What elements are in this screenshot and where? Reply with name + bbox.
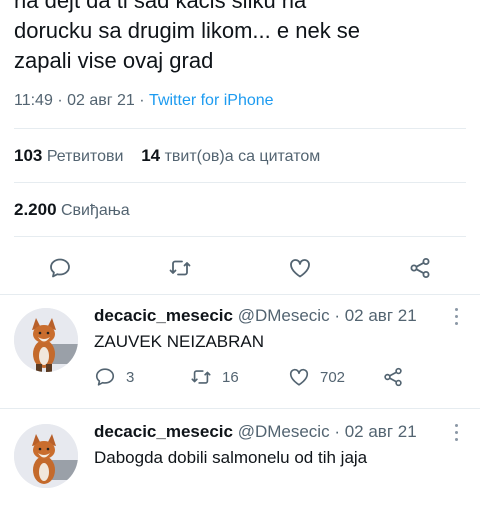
more-options-button[interactable] <box>454 308 460 328</box>
share-icon <box>384 367 402 387</box>
like-count: 702 <box>320 368 346 386</box>
tweet-date[interactable]: 02 авг 21 <box>67 92 135 109</box>
tweet-text: na dejt da ti sad kacis sliku na dorucku… <box>14 0 466 76</box>
retweet-button[interactable]: 16 <box>190 366 239 388</box>
reply-count: 3 <box>126 368 135 386</box>
quotes-label: твит(ов)а са цитатом <box>164 148 321 165</box>
more-options-button[interactable] <box>454 424 460 444</box>
quotes-count: 14 <box>141 146 161 165</box>
reply-icon <box>95 368 115 386</box>
retweets-stat[interactable]: 103 Ретвитови <box>14 146 124 165</box>
reply-text: Dabogda dobili salmonelu od tih jaja <box>94 448 368 467</box>
reply-actions: 3 16 702 <box>94 366 454 390</box>
reply-button[interactable]: 3 <box>94 366 134 388</box>
reply-header: decacic_mesecic @DMesecic · 02 авг 21 <box>94 422 417 442</box>
meta-separator: · <box>57 92 63 109</box>
tweet-time[interactable]: 11:49 <box>14 92 53 109</box>
like-button[interactable] <box>286 254 314 282</box>
meta-separator: · <box>139 92 145 109</box>
divider <box>14 128 466 129</box>
fox-avatar-icon <box>14 424 78 488</box>
retweet-icon <box>191 370 211 384</box>
fox-avatar-icon <box>14 308 78 372</box>
share-icon <box>410 258 430 278</box>
retweets-label: Ретвитови <box>46 148 124 165</box>
divider <box>14 236 466 237</box>
author-name[interactable]: decacic_mesecic <box>94 422 233 441</box>
more-dot-icon <box>455 322 458 325</box>
stats-row: 103 Ретвитови 14 твит(ов)а са цитатом <box>14 146 320 166</box>
like-button[interactable]: 702 <box>288 366 345 388</box>
share-button[interactable] <box>382 366 414 388</box>
reply-date[interactable]: 02 авг 21 <box>345 422 417 441</box>
header-separator: · <box>334 422 340 441</box>
like-icon <box>289 368 309 386</box>
likes-count: 2.200 <box>14 200 57 219</box>
tweet-source-link[interactable]: Twitter for iPhone <box>149 92 274 109</box>
retweet-count: 16 <box>222 368 239 386</box>
author-handle[interactable]: @DMesecic <box>238 306 330 325</box>
avatar[interactable] <box>14 424 78 488</box>
like-icon <box>290 259 310 278</box>
divider <box>14 182 466 183</box>
quotes-stat[interactable]: 14 твит(ов)а са цитатом <box>141 146 321 165</box>
more-dot-icon <box>455 438 458 441</box>
avatar[interactable] <box>14 308 78 372</box>
tweet-text-line: zapali vise ovaj grad <box>14 48 214 73</box>
reply-icon <box>50 258 70 278</box>
reply-header: decacic_mesecic @DMesecic · 02 авг 21 <box>94 306 417 326</box>
more-dot-icon <box>455 424 458 427</box>
reply-tweet[interactable]: decacic_mesecic @DMesecic · 02 авг 21 ZA… <box>0 296 480 412</box>
author-name[interactable]: decacic_mesecic <box>94 306 233 325</box>
reply-tweet[interactable]: decacic_mesecic @DMesecic · 02 авг 21 Da… <box>0 412 480 528</box>
reply-text: ZAUVEK NEIZABRAN <box>94 332 265 351</box>
divider <box>0 408 480 409</box>
tweet-text-line: na dejt da ti sad kacis sliku na <box>14 0 307 13</box>
retweet-button[interactable] <box>166 254 194 282</box>
likes-stat[interactable]: 2.200 Свиђања <box>14 200 130 220</box>
likes-label: Свиђања <box>61 202 130 219</box>
more-dot-icon <box>455 431 458 434</box>
tweet-actions <box>0 248 480 288</box>
more-dot-icon <box>455 315 458 318</box>
author-handle[interactable]: @DMesecic <box>238 422 330 441</box>
reply-button[interactable] <box>46 254 74 282</box>
tweet-text-line: dorucku sa drugim likom... e nek se <box>14 18 361 43</box>
retweet-icon <box>169 260 191 276</box>
retweets-count: 103 <box>14 146 43 165</box>
share-button[interactable] <box>406 254 434 282</box>
tweet-meta: 11:49 · 02 авг 21 · Twitter for iPhone <box>14 92 274 110</box>
reply-date[interactable]: 02 авг 21 <box>345 306 417 325</box>
header-separator: · <box>334 306 340 325</box>
more-dot-icon <box>455 308 458 311</box>
divider <box>0 294 480 295</box>
